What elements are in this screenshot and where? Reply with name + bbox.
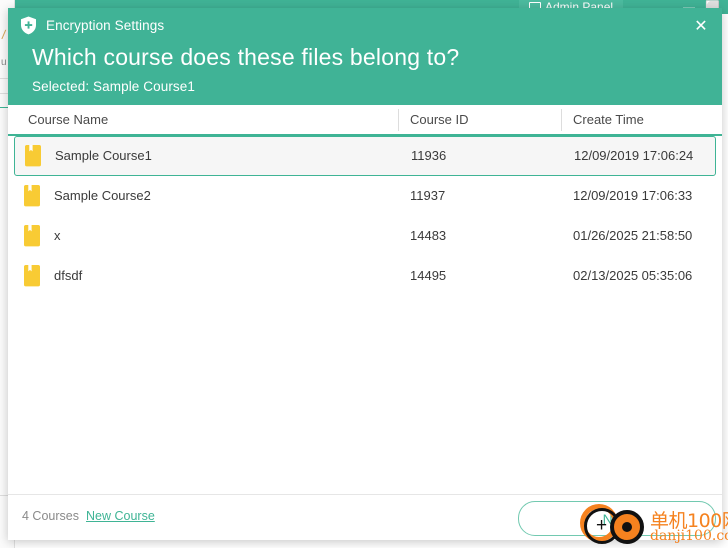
column-divider-1[interactable]	[398, 109, 399, 131]
dialog-selected-subline: Selected: Sample Course1	[32, 79, 195, 94]
book-icon	[22, 185, 42, 207]
cell-create-time: 01/26/2025 21:58:50	[573, 228, 693, 243]
encryption-settings-dialog: Encryption Settings ✕ Which course does …	[8, 8, 722, 540]
dialog-header: Encryption Settings ✕ Which course does …	[8, 8, 722, 105]
table-header-row: Course Name Course ID Create Time	[8, 105, 722, 136]
cell-create-time: 02/13/2025 05:35:06	[573, 268, 693, 283]
column-header-course-name[interactable]: Course Name	[28, 105, 108, 134]
shield-plus-icon	[20, 16, 37, 35]
cell-course-name: dfsdf	[54, 268, 83, 283]
book-icon	[22, 265, 42, 287]
table-row[interactable]: Sample Course1 11936 12/09/2019 17:06:24	[14, 136, 716, 176]
column-divider-2[interactable]	[561, 109, 562, 131]
cell-course-id: 14483	[410, 228, 447, 243]
cell-create-time: 12/09/2019 17:06:24	[574, 148, 694, 163]
book-icon	[23, 145, 43, 167]
cell-create-time: 12/09/2019 17:06:33	[573, 188, 693, 203]
screen: Admin Panel — ⬜ / u Encryption Settings …	[0, 0, 728, 548]
column-header-create-time[interactable]: Create Time	[573, 105, 644, 134]
table-row[interactable]: dfsdf 14495 02/13/2025 05:35:06	[8, 256, 722, 296]
cell-course-id: 14495	[410, 268, 447, 283]
background-mark-slash: /	[0, 26, 7, 43]
course-count-label: 4 Courses	[22, 509, 79, 523]
cell-course-name: Sample Course2	[54, 188, 151, 203]
cell-course-name: Sample Course1	[55, 148, 152, 163]
table-row[interactable]: x 14483 01/26/2025 21:58:50	[8, 216, 722, 256]
table-body: Sample Course1 11936 12/09/2019 17:06:24…	[8, 136, 722, 296]
column-header-course-id[interactable]: Course ID	[410, 105, 469, 134]
new-course-link[interactable]: New Course	[86, 509, 155, 523]
close-icon[interactable]: ✕	[688, 16, 714, 38]
cell-course-id: 11937	[410, 188, 446, 203]
table-row[interactable]: Sample Course2 11937 12/09/2019 17:06:33	[8, 176, 722, 216]
cell-course-name: x	[54, 228, 61, 243]
course-table: Course Name Course ID Create Time Sample…	[8, 105, 722, 495]
next-button[interactable]: Next	[518, 501, 716, 536]
cell-course-id: 11936	[411, 148, 447, 163]
dialog-headline: Which course does these files belong to?	[32, 44, 460, 70]
book-icon	[22, 225, 42, 247]
dialog-app-title: Encryption Settings	[46, 17, 165, 33]
dialog-footer: 4 Courses New Course Next	[8, 494, 722, 540]
background-mark-u: u	[1, 57, 7, 68]
dialog-titlebar: Encryption Settings ✕	[8, 8, 722, 42]
